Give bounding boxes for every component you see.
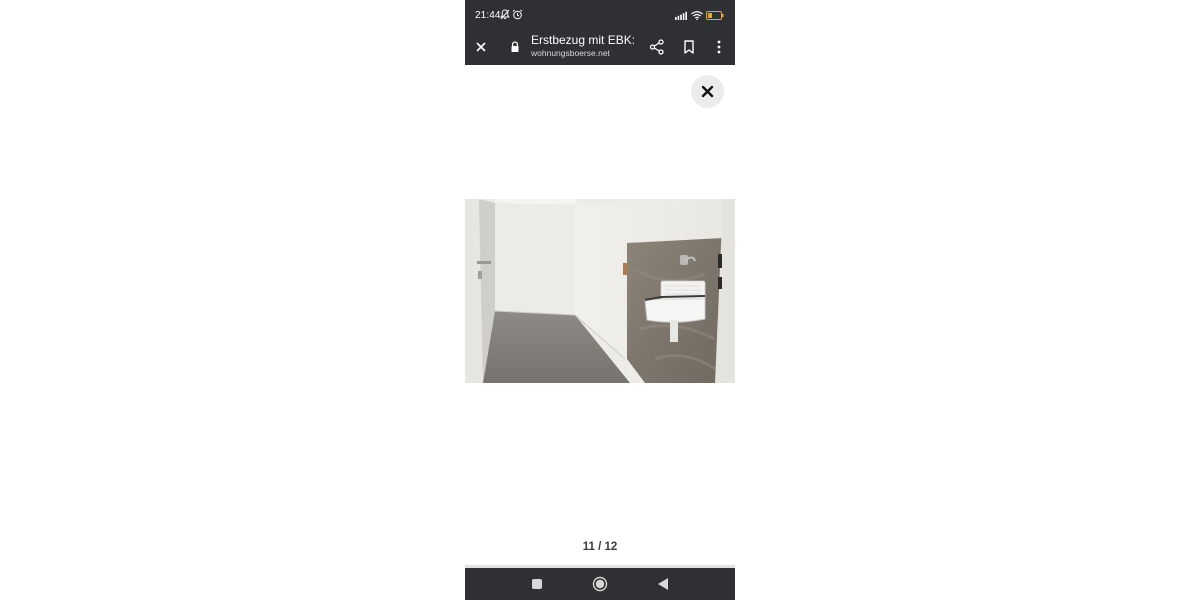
recents-square-icon[interactable]: [529, 576, 545, 592]
share-icon[interactable]: [647, 37, 667, 57]
status-time: 21:44: [475, 10, 501, 21]
close-icon[interactable]: [471, 37, 491, 57]
system-nav-bar: [465, 568, 735, 600]
image-counter: 11 / 12: [582, 541, 618, 553]
bookmark-icon[interactable]: [679, 37, 699, 57]
page-url: wohnungsboerse.net: [531, 48, 610, 58]
browser-toolbar: Erstbezug mit EBK:... wohnungsboerse.net: [465, 30, 735, 65]
home-circle-icon[interactable]: [592, 576, 608, 592]
wifi-icon: [691, 11, 703, 20]
gallery-photo[interactable]: [465, 199, 735, 383]
more-vert-icon[interactable]: [709, 37, 729, 57]
back-triangle-icon[interactable]: [655, 576, 671, 592]
lock-icon[interactable]: [505, 37, 525, 57]
bell-off-icon: [500, 9, 510, 20]
close-icon: [701, 85, 714, 98]
status-bar: 21:44: [465, 0, 735, 30]
battery-icon: [706, 11, 724, 20]
page-title: Erstbezug mit EBK:...: [531, 33, 635, 47]
phone-screen: 21:44 Erstbezug mit EBK:... wohnungsboer…: [465, 0, 735, 600]
viewer-close-button[interactable]: [691, 75, 724, 108]
alarm-icon: [512, 9, 523, 20]
signal-icon: [675, 11, 687, 20]
